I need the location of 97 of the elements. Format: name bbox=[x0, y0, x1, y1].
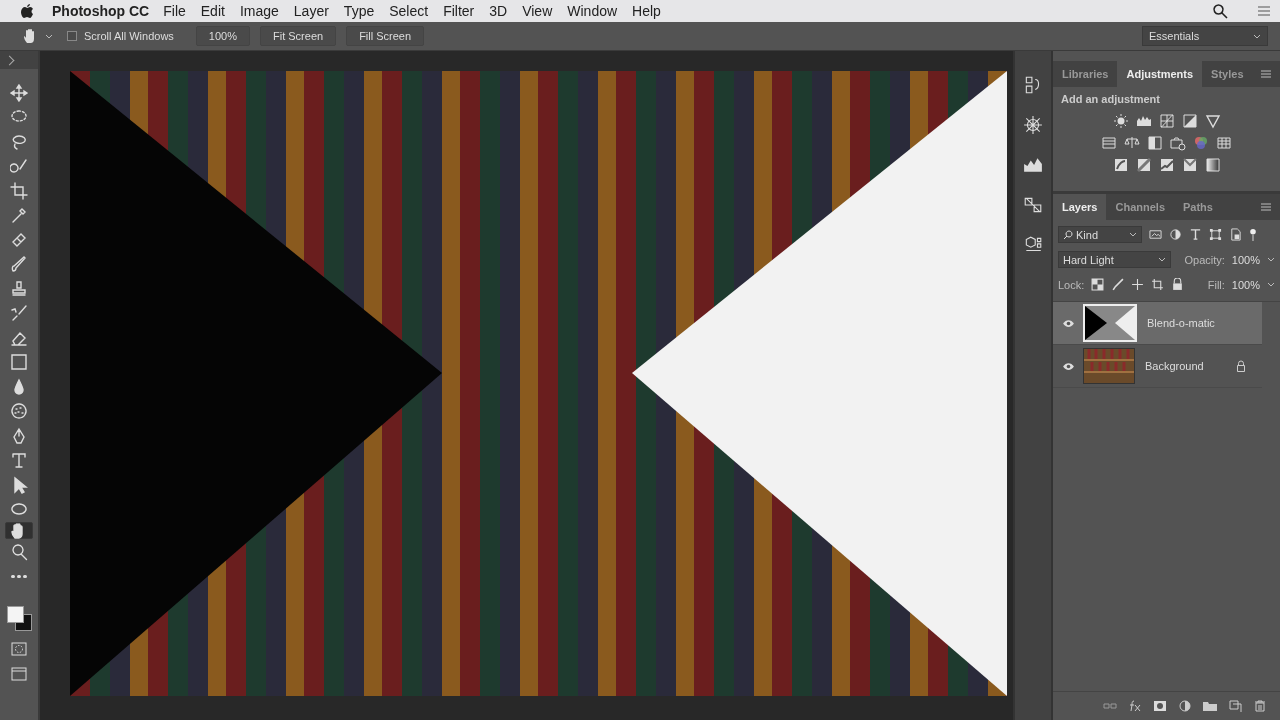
menu-item[interactable]: Edit bbox=[200, 3, 225, 19]
panel-tab[interactable]: Adjustments bbox=[1117, 61, 1203, 87]
lasso-icon bbox=[10, 132, 28, 151]
menu-item[interactable]: Layer bbox=[293, 3, 329, 19]
option-button[interactable]: Fit Screen bbox=[260, 26, 337, 46]
fill-field[interactable]: 100% bbox=[1231, 278, 1275, 291]
scales-icon[interactable] bbox=[1124, 135, 1140, 151]
quick-mask-icon[interactable] bbox=[10, 640, 28, 658]
option-button[interactable]: Fill Screen bbox=[346, 26, 425, 46]
quick-select-icon bbox=[10, 157, 28, 175]
caret-icon bbox=[1253, 33, 1261, 39]
menu-item[interactable]: 3D bbox=[489, 3, 508, 19]
app-name[interactable]: Photoshop CC bbox=[52, 3, 150, 19]
eye-icon[interactable] bbox=[1061, 318, 1075, 328]
mask-icon[interactable] bbox=[1152, 700, 1168, 712]
panel-menu-icon[interactable] bbox=[1260, 69, 1272, 79]
checkbox-label: Scroll All Windows bbox=[84, 30, 174, 42]
panel-tab[interactable]: Styles bbox=[1202, 61, 1253, 87]
half-square-icon[interactable] bbox=[1147, 135, 1163, 151]
crop-icon[interactable] bbox=[1151, 278, 1165, 291]
crop-icon bbox=[10, 181, 28, 200]
table-icon[interactable] bbox=[1216, 135, 1232, 151]
menu-item[interactable]: File bbox=[163, 3, 186, 19]
screen-mode-icon[interactable] bbox=[10, 664, 28, 683]
adjustment-filter-icon[interactable] bbox=[1169, 228, 1182, 241]
search-icon bbox=[1063, 229, 1073, 240]
history-brush-icon bbox=[10, 304, 28, 322]
brush-icon[interactable] bbox=[1111, 278, 1125, 291]
panel-menu-icon[interactable] bbox=[1260, 202, 1272, 212]
type-filter-icon[interactable] bbox=[1189, 228, 1202, 241]
fill-label: Fill: bbox=[1207, 278, 1225, 291]
tool-button[interactable] bbox=[5, 522, 33, 539]
layer-thumbnail bbox=[1083, 304, 1137, 342]
menu-item[interactable]: Help bbox=[632, 3, 661, 19]
exposure-icon[interactable] bbox=[1181, 113, 1198, 129]
menu-item[interactable]: Select bbox=[389, 3, 429, 19]
sun-icon[interactable] bbox=[1112, 113, 1129, 129]
lock-icon[interactable] bbox=[1171, 278, 1185, 291]
opacity-label: Opacity: bbox=[1184, 253, 1225, 266]
panel-tab[interactable]: Libraries bbox=[1053, 61, 1118, 87]
more-icon bbox=[11, 575, 27, 578]
sponge-icon bbox=[10, 402, 28, 420]
fx-icon[interactable] bbox=[1127, 700, 1143, 712]
panel-tab[interactable]: Layers bbox=[1053, 194, 1107, 220]
color-swatches[interactable] bbox=[5, 603, 33, 634]
stamp-icon bbox=[10, 279, 28, 298]
layer-row[interactable]: Background bbox=[1053, 345, 1262, 388]
caret-icon bbox=[1267, 257, 1275, 262]
triangle-icon[interactable] bbox=[1204, 113, 1221, 129]
layer-name: Blend-o-matic bbox=[1147, 317, 1215, 329]
panel-tab[interactable]: Paths bbox=[1174, 194, 1222, 220]
apple-logo-icon[interactable] bbox=[20, 3, 34, 19]
checker-icon[interactable] bbox=[1091, 278, 1105, 291]
menu-item[interactable]: Image bbox=[239, 3, 279, 19]
pen-icon bbox=[10, 426, 28, 445]
menu-item[interactable]: Type bbox=[343, 3, 375, 19]
filter-dropdown[interactable]: Kind bbox=[1058, 226, 1142, 243]
caret-icon bbox=[1267, 282, 1275, 287]
type-icon bbox=[10, 451, 28, 469]
photo-thumbnail bbox=[1083, 348, 1135, 384]
caret-icon bbox=[1157, 257, 1166, 262]
eyedropper-icon bbox=[10, 206, 28, 224]
move-icon[interactable] bbox=[1131, 278, 1145, 291]
brush-icon bbox=[10, 255, 28, 273]
menu-item[interactable]: View bbox=[522, 3, 553, 19]
eye-icon[interactable] bbox=[1061, 361, 1075, 371]
circles-icon[interactable] bbox=[1193, 135, 1209, 151]
caret-icon bbox=[1129, 232, 1137, 237]
toggle-icon[interactable] bbox=[1249, 228, 1257, 241]
adjustment-circle-icon[interactable] bbox=[1177, 700, 1193, 712]
layer-row[interactable]: Blend-o-matic bbox=[1053, 302, 1262, 345]
menu-item[interactable]: Window bbox=[567, 3, 618, 19]
blend-mode-dropdown[interactable]: Hard Light bbox=[1058, 251, 1171, 268]
grid-icon[interactable] bbox=[1101, 135, 1117, 151]
lock-label: Lock: bbox=[1058, 278, 1085, 291]
option-button[interactable]: 100% bbox=[195, 26, 250, 46]
panel-heading: Add an adjustment bbox=[1060, 92, 1161, 107]
search-icon[interactable] bbox=[1212, 3, 1228, 19]
camera-icon[interactable] bbox=[1170, 135, 1186, 151]
folder-icon[interactable] bbox=[1202, 700, 1218, 712]
opacity-field[interactable]: 100% bbox=[1231, 253, 1275, 266]
panel-tab[interactable]: Channels bbox=[1106, 194, 1174, 220]
layer-name: Background bbox=[1145, 360, 1204, 372]
workspace-dropdown[interactable]: Essentials bbox=[1142, 26, 1268, 46]
new-layer-icon[interactable] bbox=[1227, 700, 1243, 712]
trash-icon[interactable] bbox=[1252, 700, 1268, 712]
zoom-icon bbox=[10, 543, 28, 561]
move-icon bbox=[10, 83, 28, 102]
histogram-icon[interactable] bbox=[1023, 155, 1043, 175]
caret-icon[interactable] bbox=[45, 33, 53, 39]
checkbox[interactable] bbox=[67, 31, 77, 41]
image-filter-icon[interactable] bbox=[1149, 228, 1162, 241]
wheel-icon[interactable] bbox=[1023, 115, 1043, 135]
menu-item[interactable]: Filter bbox=[443, 3, 475, 19]
curves-icon[interactable] bbox=[1158, 113, 1175, 129]
shape-filter-icon[interactable] bbox=[1209, 228, 1222, 241]
smart-object-filter-icon[interactable] bbox=[1229, 228, 1242, 241]
